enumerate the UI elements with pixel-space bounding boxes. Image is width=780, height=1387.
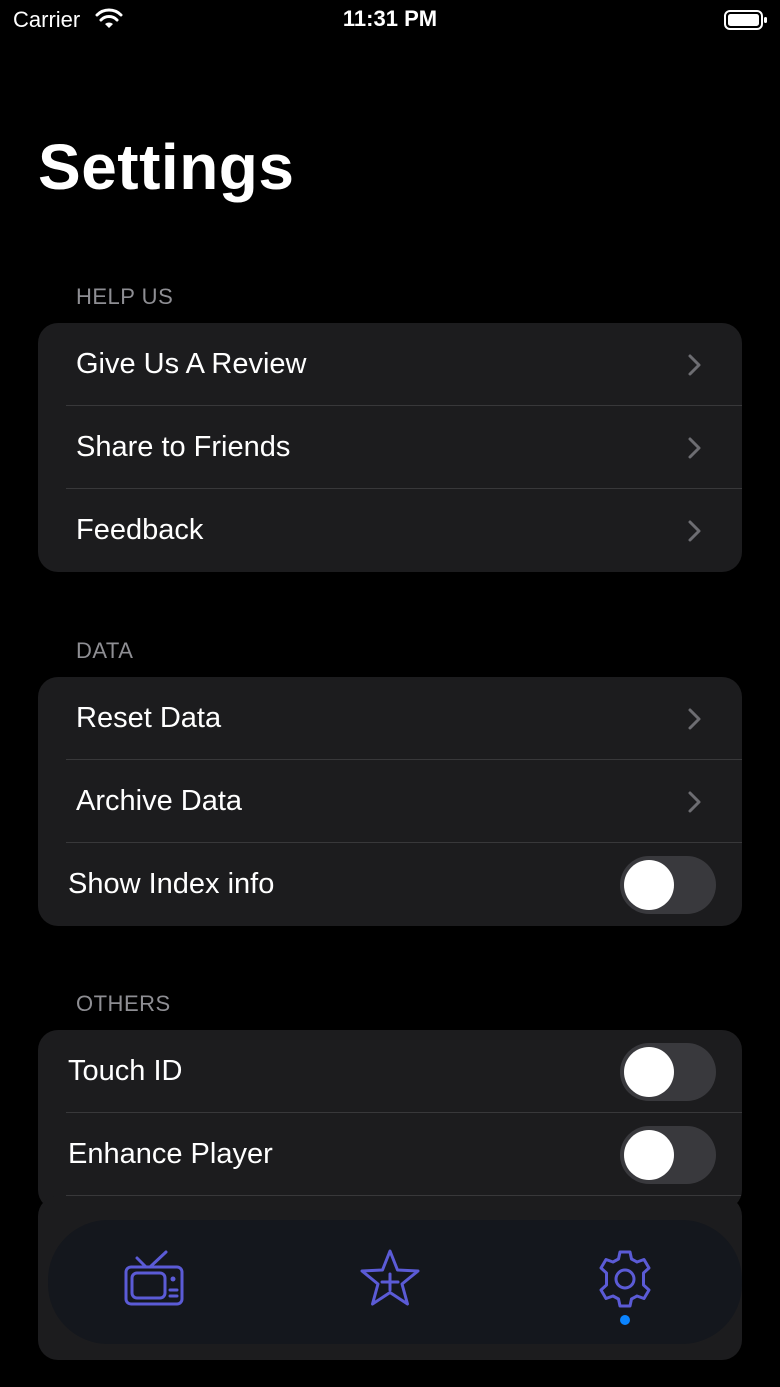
section-header-help-us: HELP US — [76, 284, 174, 309]
give-review-label: Give Us A Review — [76, 348, 307, 380]
section-header-data: DATA — [76, 638, 134, 663]
tab-tv[interactable] — [119, 1244, 189, 1314]
clock: 11:31 PM — [342, 6, 438, 31]
chevron-right-icon — [684, 790, 704, 814]
toggle-knob — [624, 1130, 674, 1180]
status-bar: Carrier 11:31 PM — [0, 0, 780, 40]
others-group: Touch ID Enhance Player — [38, 1030, 742, 1210]
chevron-right-icon — [684, 707, 704, 731]
archive-data-row[interactable]: Archive Data — [38, 760, 742, 843]
selected-tab-indicator — [620, 1315, 630, 1325]
touch-id-label: Touch ID — [68, 1055, 183, 1087]
feedback-row[interactable]: Feedback — [38, 489, 742, 572]
show-index-info-label: Show Index info — [68, 868, 275, 900]
reset-data-label: Reset Data — [76, 702, 222, 734]
enhance-player-toggle[interactable] — [620, 1126, 716, 1184]
feedback-label: Feedback — [76, 514, 204, 546]
tab-bar — [38, 1196, 742, 1360]
show-index-info-toggle[interactable] — [620, 856, 716, 914]
toggle-knob — [624, 860, 674, 910]
star-plus-icon — [360, 1249, 420, 1306]
help-us-group: Give Us A Review Share to Friends Feedba… — [38, 323, 742, 572]
touch-id-row: Touch ID — [38, 1030, 742, 1113]
enhance-player-row: Enhance Player — [38, 1113, 742, 1196]
chevron-right-icon — [684, 353, 704, 377]
tab-favorites[interactable] — [355, 1244, 425, 1314]
reset-data-row[interactable]: Reset Data — [38, 677, 742, 760]
chevron-right-icon — [684, 519, 704, 543]
show-index-info-row: Show Index info — [38, 843, 742, 926]
give-review-row[interactable]: Give Us A Review — [38, 323, 742, 406]
share-friends-label: Share to Friends — [76, 431, 291, 463]
battery-icon — [724, 9, 768, 31]
touch-id-toggle[interactable] — [620, 1043, 716, 1101]
data-group: Reset Data Archive Data Show Index info — [38, 677, 742, 926]
page-title: Settings — [38, 131, 295, 203]
gear-icon — [599, 1250, 651, 1308]
chevron-right-icon — [684, 436, 704, 460]
section-header-others: OTHERS — [76, 991, 171, 1016]
share-friends-row[interactable]: Share to Friends — [38, 406, 742, 489]
archive-data-label: Archive Data — [76, 785, 243, 817]
enhance-player-label: Enhance Player — [68, 1138, 273, 1170]
tv-icon — [124, 1250, 184, 1306]
toggle-knob — [624, 1047, 674, 1097]
tab-settings[interactable] — [590, 1244, 660, 1314]
